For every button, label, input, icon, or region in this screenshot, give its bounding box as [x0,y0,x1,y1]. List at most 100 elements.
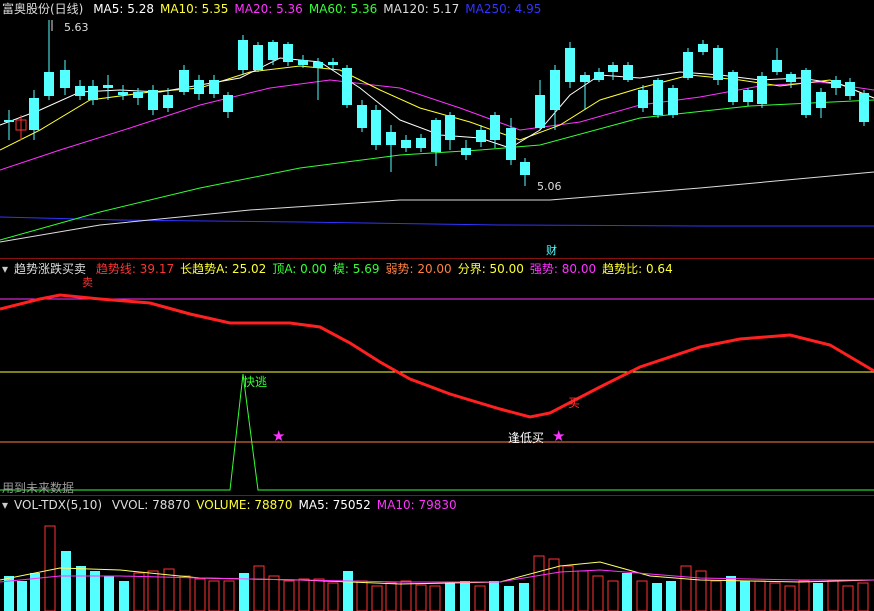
candle-body [728,72,738,102]
candle-body [253,45,263,70]
candle-body [816,92,826,108]
candlestick-chart[interactable]: 5.63 5.06 财 [0,0,874,258]
moving-average-line [0,171,874,243]
volume-bar [680,565,692,611]
candle-body [743,90,753,102]
volume-bar [445,583,455,611]
volume-bar [415,584,427,611]
collapse-icon[interactable]: ▾ [2,262,8,276]
volume-bar [607,580,619,611]
candle-body [623,65,633,80]
candle-body [594,72,604,80]
volume-bar [253,565,265,611]
candle-body [490,115,500,140]
candle-body [133,92,143,98]
candle-body [328,62,338,65]
volume-bar [313,578,325,611]
candle-body [608,65,618,72]
candle-body [118,92,128,95]
dip-label: 逢低买 [508,431,544,445]
candle-body [845,82,855,96]
volume-bar [857,582,869,611]
volume-bar [268,575,280,611]
volume-bar [652,583,662,611]
indicator-value-label: VVOL: 78870 [111,498,191,512]
indicator-value-label: 弱势: 20.00 [385,262,452,276]
volume-bar [356,580,368,611]
escape-signal [0,373,874,491]
candle-body [75,86,85,96]
low-label: 5.06 [537,180,562,193]
indicator-panel[interactable]: 卖 快逃 买 ★ 逢低买 ★ 用到未来数据 ▾ 趋势涨跌买卖 趋势线: 39.17… [0,259,874,495]
candle-body [163,95,173,108]
star-icon: ★ [272,427,285,445]
collapse-icon[interactable]: ▾ [2,498,8,512]
volume-bar [385,582,397,611]
price-panel[interactable]: 富奥股份(日线) MA5: 5.28 MA10: 5.35 MA20: 5.36 MA… [0,0,874,258]
volume-bar [208,580,220,611]
indicator-value-label: 趋势线: 39.17 [95,262,175,276]
indicator-value-label: 趋势比: 0.64 [602,262,673,276]
volume-labels: VVOL: 78870 VOLUME: 78870 MA5: 75052 MA10: … [112,498,463,512]
volume-bar [104,576,114,611]
volume-title[interactable]: VOL-TDX(5,10) [14,498,102,512]
candle-body [357,105,367,128]
future-data-note: 用到未来数据 [2,480,74,495]
volume-bar [710,580,722,611]
candle-body [60,70,70,88]
indicator-value-label: 顶A: 0.00 [272,262,327,276]
volume-bar [283,580,295,611]
volume-bar [90,571,100,611]
candle-body [580,75,590,82]
volume-ma5-line [0,561,874,585]
indicator-header: ▾ 趋势涨跌买卖 趋势线: 39.17 长趋势A: 25.02 顶A: 0.00 模: … [2,261,685,277]
candle-body [445,115,455,140]
volume-bar [460,581,470,611]
star-icon: ★ [552,427,565,445]
candle-body [103,85,113,88]
volume-bar [489,581,499,611]
indicator-value-label: 强势: 80.00 [529,262,597,276]
volume-chart[interactable] [0,496,874,611]
candle-body [550,70,560,110]
volume-ma10-line [0,569,874,583]
indicator-title[interactable]: 趋势涨跌买卖 [14,262,86,276]
candle-body [638,90,648,108]
indicator-value-label: 模: 5.69 [332,262,380,276]
volume-bar [562,565,574,611]
candle-body [653,80,663,115]
volume-bar [474,585,486,611]
candle-body [209,80,219,94]
indicator-value-label: VOLUME: 78870 [196,498,293,512]
indicator-value-label: MA5: 75052 [298,498,371,512]
candle-body [401,140,411,148]
candle-body [668,88,678,115]
volume-panel[interactable]: ▾ VOL-TDX(5,10) VVOL: 78870 VOLUME: 78870 M… [0,496,874,611]
candle-body [801,70,811,115]
volume-bar [327,582,339,611]
volume-bar [813,583,823,611]
candle-body [371,110,381,145]
candle-body [416,138,426,148]
volume-header: ▾ VOL-TDX(5,10) VVOL: 78870 VOLUME: 78870 M… [2,497,469,513]
volume-bar [827,580,839,611]
volume-bar [533,555,545,611]
candle-body [29,98,39,130]
volume-bar [194,578,206,611]
candle-body [476,130,486,142]
trend-indicator-chart[interactable]: 卖 快逃 买 ★ 逢低买 ★ 用到未来数据 [0,259,874,495]
volume-bar [666,581,676,611]
volume-bar [400,580,412,611]
volume-bar [740,581,750,611]
volume-bar [17,581,27,611]
trend-line [0,293,874,419]
volume-bar [76,566,86,611]
volume-bar [636,580,648,611]
finance-marker[interactable]: 财 [546,243,557,257]
indicator-value-label: 长趋势A: 25.02 [180,262,267,276]
volume-bar [577,570,589,611]
candle-body [4,120,14,122]
candle-body [148,90,158,110]
candle-body [431,120,441,152]
volume-bar [179,575,191,611]
